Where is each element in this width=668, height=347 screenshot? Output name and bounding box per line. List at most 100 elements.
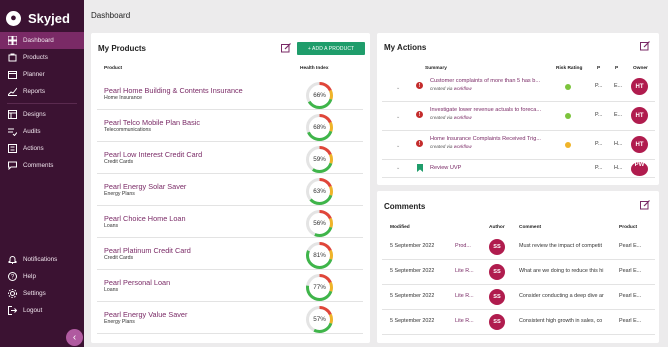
health-index-gauge: 68% — [305, 113, 334, 142]
action-title-link[interactable]: Home Insurance Complaints Received Trig.… — [430, 136, 554, 142]
sidebar-item-products[interactable]: Products — [0, 49, 84, 66]
author-avatar[interactable]: SS — [489, 239, 505, 255]
health-index-gauge: 66% — [305, 81, 334, 110]
chevron-down-icon[interactable]: ⌄ — [396, 114, 400, 120]
action-row[interactable]: ⌄! Investigate lower revenue actuals to f… — [382, 102, 655, 131]
sidebar-item-designs[interactable]: Designs — [0, 106, 84, 123]
action-row[interactable]: ⌄! Customer complaints of more than 5 has… — [382, 73, 655, 102]
sidebar-divider — [7, 103, 77, 104]
action-source: created via workflow — [430, 115, 472, 120]
product-name-link[interactable]: Pearl Telco Mobile Plan Basic — [104, 118, 200, 127]
workflow-link[interactable]: workflow — [454, 86, 472, 91]
owner-avatar[interactable]: HT — [631, 136, 648, 153]
workflow-link[interactable]: workflow — [454, 115, 472, 120]
author-avatar[interactable]: SS — [489, 289, 505, 305]
sidebar-item-logout[interactable]: Logout — [0, 302, 84, 319]
comment-source-link[interactable]: Lite R... — [455, 268, 474, 274]
action-p2-value: H... — [614, 141, 623, 147]
created-via-label: created via — [430, 115, 453, 120]
sidebar-item-label: Notifications — [23, 256, 58, 263]
product-row[interactable]: Pearl Personal Loan Loans 77% — [97, 271, 363, 302]
sidebar-item-notifications[interactable]: Notifications — [0, 251, 84, 268]
health-index-value: 56% — [313, 220, 326, 227]
product-category: Energy Plans — [104, 191, 135, 197]
comment-source-link[interactable]: Lite R... — [455, 293, 474, 299]
owner-avatar[interactable]: PW — [631, 162, 648, 176]
chevron-down-icon[interactable]: ⌄ — [396, 85, 400, 91]
sidebar-item-planner[interactable]: Planner — [0, 66, 84, 83]
product-row[interactable]: Pearl Telco Mobile Plan Basic Telecommuni… — [97, 111, 363, 142]
sidebar-item-dashboard[interactable]: Dashboard — [0, 32, 84, 49]
product-row[interactable]: Pearl Low Interest Credit Card Credit Car… — [97, 143, 363, 174]
product-name-link[interactable]: Pearl Low Interest Credit Card — [104, 150, 202, 159]
comment-row[interactable]: 5 September 2022 Lite R... SS Consider cond… — [382, 285, 655, 310]
collapse-sidebar-button[interactable]: ‹ — [66, 329, 83, 346]
sidebar: ● Skyjed Dashboard Products Planner Repo… — [0, 0, 84, 347]
sidebar-item-settings[interactable]: Settings — [0, 285, 84, 302]
comment-date: 5 September 2022 — [390, 318, 435, 324]
add-product-button[interactable]: + ADD A PRODUCT — [297, 42, 365, 55]
comment-row[interactable]: 5 September 2022 Lite R... SS What are we d… — [382, 260, 655, 285]
edit-icon[interactable] — [640, 41, 650, 51]
edit-icon[interactable] — [640, 200, 650, 210]
sidebar-item-label: Logout — [23, 307, 43, 314]
owner-avatar[interactable]: HT — [631, 107, 648, 124]
comment-product: Pearl E... — [619, 243, 642, 249]
created-via-label: created via — [430, 144, 453, 149]
product-row[interactable]: Pearl Choice Home Loan Loans 56% — [97, 207, 363, 238]
edit-icon[interactable] — [281, 43, 291, 53]
product-row[interactable]: Pearl Home Building & Contents Insurance… — [97, 79, 363, 110]
action-row[interactable]: ⌄ Review UVP P... H... PW — [382, 160, 655, 178]
comment-source-link[interactable]: Prod... — [455, 243, 471, 249]
health-index-gauge: 81% — [305, 241, 334, 270]
comment-date: 5 September 2022 — [390, 243, 435, 249]
chevron-down-icon[interactable]: ⌄ — [396, 143, 400, 149]
chevron-left-icon: ‹ — [72, 332, 77, 343]
sidebar-item-actions[interactable]: Actions — [0, 140, 84, 157]
action-title-link[interactable]: Review UVP — [430, 165, 554, 171]
action-title-link[interactable]: Investigate lower revenue actuals to for… — [430, 107, 554, 113]
sidebar-item-audits[interactable]: Audits — [0, 123, 84, 140]
page-title: Dashboard — [91, 11, 131, 20]
health-index-gauge: 56% — [305, 209, 334, 238]
risk-rating-indicator — [565, 142, 571, 148]
column-header-risk-rating: Risk Rating — [556, 66, 583, 71]
product-name-link[interactable]: Pearl Platinum Credit Card — [104, 246, 191, 255]
sidebar-item-reports[interactable]: Reports — [0, 83, 84, 100]
product-name-link[interactable]: Pearl Home Building & Contents Insurance — [104, 86, 243, 95]
comment-row[interactable]: 5 September 2022 Prod... SS Must review the… — [382, 235, 655, 260]
product-name-link[interactable]: Pearl Personal Loan — [104, 278, 170, 287]
owner-avatar[interactable]: HT — [631, 78, 648, 95]
product-name-link[interactable]: Pearl Choice Home Loan — [104, 214, 186, 223]
comments-icon — [7, 161, 17, 171]
author-avatar[interactable]: SS — [489, 264, 505, 280]
workflow-link[interactable]: workflow — [454, 144, 472, 149]
sidebar-item-label: Products — [23, 54, 48, 61]
comment-row[interactable]: 5 September 2022 Lite R... SS Consistent hi… — [382, 310, 655, 335]
product-name-link[interactable]: Pearl Energy Solar Saver — [104, 182, 186, 191]
comment-date: 5 September 2022 — [390, 268, 435, 274]
sidebar-item-comments[interactable]: Comments — [0, 157, 84, 174]
product-name-link[interactable]: Pearl Energy Value Saver — [104, 310, 187, 319]
brand[interactable]: ● Skyjed — [6, 8, 70, 28]
audits-icon — [7, 127, 17, 137]
sidebar-item-help[interactable]: ? Help — [0, 268, 84, 285]
my-actions-card: My Actions Summary Risk Rating P P Owner… — [377, 33, 659, 185]
author-avatar[interactable]: SS — [489, 314, 505, 330]
comment-source-link[interactable]: Lite R... — [455, 318, 474, 324]
action-p2-value: H... — [614, 165, 623, 171]
action-source: created via workflow — [430, 144, 472, 149]
sidebar-item-label: Settings — [23, 290, 46, 297]
sidebar-item-label: Audits — [23, 128, 41, 135]
product-row[interactable]: Pearl Energy Solar Saver Energy Plans 63% — [97, 175, 363, 206]
sidebar-item-label: Designs — [23, 111, 46, 118]
product-row[interactable]: Pearl Energy Value Saver Energy Plans 57% — [97, 303, 363, 334]
product-row[interactable]: Pearl Platinum Credit Card Credit Cards 81… — [97, 239, 363, 270]
comment-date: 5 September 2022 — [390, 293, 435, 299]
my-products-title: My Products — [98, 44, 147, 53]
action-title-link[interactable]: Customer complaints of more than 5 has b… — [430, 78, 554, 84]
action-row[interactable]: ⌄! Home Insurance Complaints Received Tri… — [382, 131, 655, 160]
chevron-down-icon[interactable]: ⌄ — [396, 165, 400, 171]
health-index-value: 66% — [313, 92, 326, 99]
risk-rating-indicator — [565, 113, 571, 119]
